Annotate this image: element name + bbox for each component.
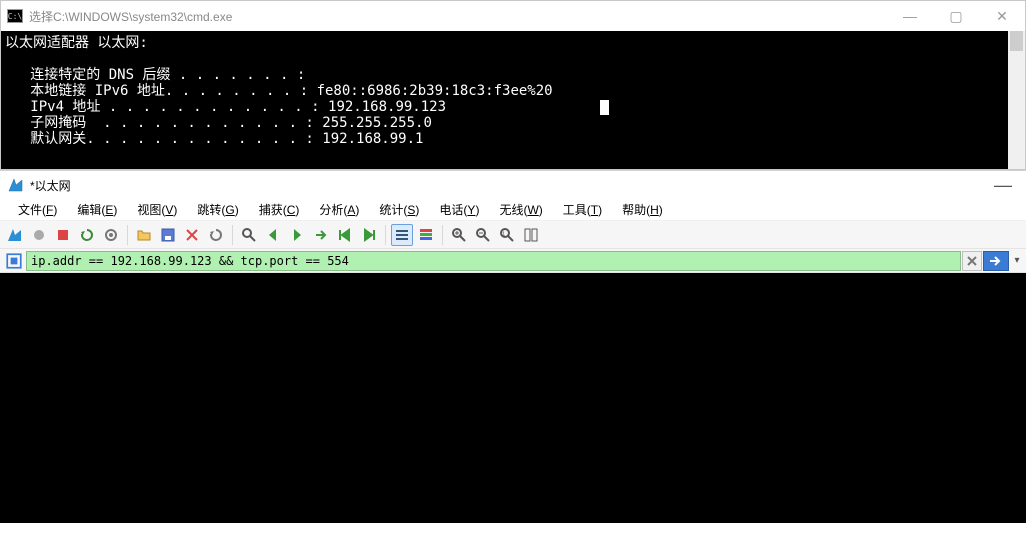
- cmd-line-gw-label: 默认网关. . . . . . . . . . . . . :: [5, 131, 322, 147]
- cmd-icon: C:\: [7, 9, 23, 23]
- zoom-reset-icon[interactable]: 1: [496, 224, 518, 246]
- bookmark-filter-icon[interactable]: [5, 252, 23, 270]
- colorize-icon[interactable]: [415, 224, 437, 246]
- fin-icon[interactable]: [4, 224, 26, 246]
- cmd-line-dns: 连接特定的 DNS 后缀 . . . . . . . :: [5, 67, 305, 83]
- menu-c[interactable]: 捕获(C): [249, 199, 310, 220]
- display-filter-input[interactable]: [26, 251, 961, 271]
- menu-g[interactable]: 跳转(G): [187, 199, 248, 220]
- cmd-line-mask-value: 255.255.255.0: [322, 115, 432, 131]
- cmd-cursor: [600, 100, 609, 115]
- apply-filter-button[interactable]: [983, 251, 1009, 271]
- toolbar-separator: [442, 225, 443, 245]
- menu-f[interactable]: 文件(F): [8, 199, 67, 220]
- open-file-icon[interactable]: [133, 224, 155, 246]
- clear-filter-button[interactable]: [962, 251, 982, 271]
- start-capture-icon[interactable]: [28, 224, 50, 246]
- capture-options-icon[interactable]: [100, 224, 122, 246]
- wireshark-window: *以太网 — 文件(F)编辑(E)视图(V)跳转(G)捕获(C)分析(A)统计(…: [0, 170, 1026, 523]
- go-back-icon[interactable]: [262, 224, 284, 246]
- go-to-packet-icon[interactable]: [310, 224, 332, 246]
- menu-s[interactable]: 统计(S): [369, 199, 429, 220]
- cmd-output[interactable]: 以太网适配器 以太网: 连接特定的 DNS 后缀 . . . . . . . :…: [1, 31, 1025, 169]
- go-forward-icon[interactable]: [286, 224, 308, 246]
- cmd-line-gw-value: 192.168.99.1: [322, 131, 423, 147]
- resize-columns-icon[interactable]: [520, 224, 542, 246]
- maximize-button[interactable]: ▢: [933, 1, 979, 31]
- cmd-title: 选择C:\WINDOWS\system32\cmd.exe: [29, 8, 232, 25]
- menu-v[interactable]: 视图(V): [127, 199, 187, 220]
- wireshark-filter-bar: ▾: [0, 249, 1026, 273]
- cmd-titlebar[interactable]: C:\ 选择C:\WINDOWS\system32\cmd.exe — ▢ ✕: [1, 1, 1025, 31]
- filter-dropdown-icon[interactable]: ▾: [1010, 251, 1024, 271]
- find-packet-icon[interactable]: [238, 224, 260, 246]
- cmd-line-ipv6-label: 本地链接 IPv6 地址. . . . . . . . :: [5, 83, 317, 99]
- cmd-scroll-thumb[interactable]: [1010, 31, 1023, 51]
- minimize-button[interactable]: —: [887, 1, 933, 31]
- save-file-icon[interactable]: [157, 224, 179, 246]
- zoom-out-icon[interactable]: [472, 224, 494, 246]
- cmd-line-ipv6-value: fe80::6986:2b39:18c3:f3ee%20: [317, 83, 553, 99]
- stop-capture-icon[interactable]: [52, 224, 74, 246]
- reload-icon[interactable]: [205, 224, 227, 246]
- cmd-line-header: 以太网适配器 以太网:: [5, 35, 148, 51]
- cmd-line-ipv4-label: IPv4 地址 . . . . . . . . . . . . :: [5, 99, 328, 115]
- zoom-in-icon[interactable]: [448, 224, 470, 246]
- packet-list-area[interactable]: [0, 273, 1026, 523]
- wireshark-fin-icon: [8, 177, 24, 193]
- restart-capture-icon[interactable]: [76, 224, 98, 246]
- auto-scroll-icon[interactable]: [391, 224, 413, 246]
- menu-a[interactable]: 分析(A): [309, 199, 369, 220]
- toolbar-separator: [385, 225, 386, 245]
- cmd-window: C:\ 选择C:\WINDOWS\system32\cmd.exe — ▢ ✕ …: [0, 0, 1026, 170]
- close-file-icon[interactable]: [181, 224, 203, 246]
- wireshark-title: *以太网: [30, 177, 71, 194]
- close-button[interactable]: ✕: [979, 1, 1025, 31]
- menu-w[interactable]: 无线(W): [489, 199, 552, 220]
- menu-e[interactable]: 编辑(E): [67, 199, 127, 220]
- cmd-line-ipv4-value: 192.168.99.123: [328, 99, 446, 115]
- wireshark-toolbar: 1: [0, 221, 1026, 249]
- cmd-line-mask-label: 子网掩码 . . . . . . . . . . . . :: [5, 115, 322, 131]
- toolbar-separator: [127, 225, 128, 245]
- menu-t[interactable]: 工具(T): [553, 199, 612, 220]
- go-last-icon[interactable]: [358, 224, 380, 246]
- menu-y[interactable]: 电话(Y): [429, 199, 489, 220]
- menu-h[interactable]: 帮助(H): [612, 199, 673, 220]
- toolbar-separator: [232, 225, 233, 245]
- wireshark-menubar: 文件(F)编辑(E)视图(V)跳转(G)捕获(C)分析(A)统计(S)电话(Y)…: [0, 199, 1026, 221]
- cmd-scrollbar[interactable]: [1008, 31, 1025, 169]
- wireshark-minimize-button[interactable]: —: [980, 171, 1026, 199]
- go-first-icon[interactable]: [334, 224, 356, 246]
- wireshark-titlebar[interactable]: *以太网 —: [0, 171, 1026, 199]
